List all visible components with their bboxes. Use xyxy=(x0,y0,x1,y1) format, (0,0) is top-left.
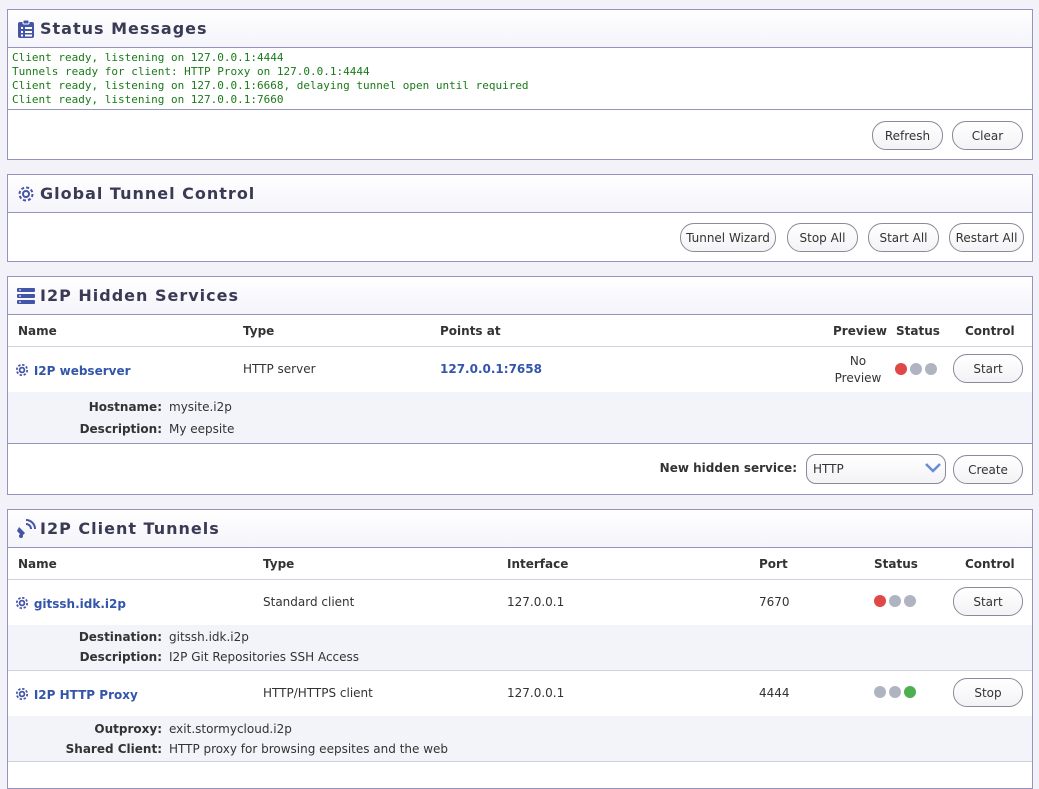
description-value: I2P Git Repositories SSH Access xyxy=(169,650,360,664)
chevron-down-icon xyxy=(924,461,942,478)
clipboard-icon xyxy=(16,19,36,39)
table-row: I2P HTTP Proxy HTTP/HTTPS client 127.0.0… xyxy=(8,672,1032,716)
column-header-control: Control xyxy=(965,557,1015,571)
status-dot xyxy=(925,363,937,375)
shared-client-value: HTTP proxy for browsing eepsites and the… xyxy=(169,742,449,756)
table-row: I2P webserver HTTP server 127.0.0.1:7658… xyxy=(8,348,1032,392)
server-icon xyxy=(16,286,36,306)
service-name-link[interactable]: I2P webserver xyxy=(14,362,131,381)
description-label: Description: xyxy=(79,422,162,436)
new-service-select-value: HTTP xyxy=(813,462,844,476)
column-header-type: Type xyxy=(263,557,295,571)
tunnel-wizard-button[interactable]: Tunnel Wizard xyxy=(680,223,776,252)
status-dot xyxy=(874,686,886,698)
tunnel-port: 4444 xyxy=(759,686,790,700)
status-messages-log: Client ready, listening on 127.0.0.1:444… xyxy=(8,48,1032,110)
outproxy-label: Outproxy: xyxy=(94,722,162,736)
status-dot xyxy=(895,363,907,375)
status-messages-header: Status Messages xyxy=(8,10,1032,48)
hidden-services-table-header: Name Type Points at Preview Status Contr… xyxy=(8,315,1032,347)
tunnel-interface: 127.0.0.1 xyxy=(507,595,565,609)
client-tunnels-table-header: Name Type Interface Port Status Control xyxy=(8,548,1032,580)
hidden-services-panel: I2P Hidden Services Name Type Points at … xyxy=(7,276,1033,495)
status-message: Client ready, listening on 127.0.0.1:666… xyxy=(12,79,529,92)
refresh-button[interactable]: Refresh xyxy=(872,121,943,150)
column-header-status: Status xyxy=(896,324,940,338)
column-header-port: Port xyxy=(759,557,788,571)
hidden-services-title: I2P Hidden Services xyxy=(40,286,240,305)
status-message: Tunnels ready for client: HTTP Proxy on … xyxy=(12,65,370,78)
client-tunnels-header: I2P Client Tunnels xyxy=(8,510,1032,548)
outproxy-value: exit.stormycloud.i2p xyxy=(169,722,292,736)
preview-line1: No xyxy=(849,354,867,368)
client-tunnels-title: I2P Client Tunnels xyxy=(40,519,220,538)
status-dot xyxy=(904,595,916,607)
description-value: My eepsite xyxy=(169,422,235,436)
status-dot xyxy=(904,686,916,698)
status-messages-panel: Status Messages Client ready, listening … xyxy=(7,9,1033,160)
service-points-at-link[interactable]: 127.0.0.1:7658 xyxy=(440,362,542,376)
service-detail: Hostname: mysite.i2p Description: My eep… xyxy=(8,392,1032,444)
status-dot xyxy=(874,595,886,607)
clear-button[interactable]: Clear xyxy=(952,121,1023,150)
destination-label: Destination: xyxy=(78,630,162,644)
create-button[interactable]: Create xyxy=(953,455,1023,484)
tunnel-detail: Destination: gitssh.idk.i2p Description:… xyxy=(8,625,1032,671)
status-indicator xyxy=(874,686,919,701)
stop-all-button[interactable]: Stop All xyxy=(787,223,858,252)
column-header-preview: Preview xyxy=(833,324,888,338)
column-header-interface: Interface xyxy=(507,557,569,571)
description-label: Description: xyxy=(79,650,162,664)
tunnel-name: gitssh.idk.i2p xyxy=(33,597,126,611)
column-header-control: Control xyxy=(965,324,1015,338)
column-header-name: Name xyxy=(18,557,57,571)
hostname-label: Hostname: xyxy=(88,400,162,414)
service-name: I2P webserver xyxy=(33,364,131,378)
status-dot xyxy=(889,686,901,698)
service-type: HTTP server xyxy=(243,362,316,376)
tunnel-port: 7670 xyxy=(759,595,790,609)
gear-icon xyxy=(14,686,30,705)
tunnel-name-link[interactable]: gitssh.idk.i2p xyxy=(14,595,126,614)
start-service-button[interactable]: Start xyxy=(953,354,1023,383)
restart-all-button[interactable]: Restart All xyxy=(949,223,1024,252)
hostname-value: mysite.i2p xyxy=(169,400,232,414)
status-message: Client ready, listening on 127.0.0.1:766… xyxy=(12,93,284,106)
column-header-points-at: Points at xyxy=(440,324,501,338)
gear-icon xyxy=(14,595,30,614)
tunnel-type: HTTP/HTTPS client xyxy=(263,686,373,700)
column-header-type: Type xyxy=(243,324,275,338)
status-indicator xyxy=(874,595,919,610)
service-preview: No Preview xyxy=(823,353,893,387)
tunnel-detail: Outproxy: exit.stormycloud.i2p Shared Cl… xyxy=(8,716,1032,762)
shared-client-label: Shared Client: xyxy=(65,742,162,756)
hidden-services-header: I2P Hidden Services xyxy=(8,277,1032,315)
global-tunnel-control-title: Global Tunnel Control xyxy=(40,184,256,203)
tunnel-type: Standard client xyxy=(263,595,355,609)
global-tunnel-control-header: Global Tunnel Control xyxy=(8,175,1032,213)
gear-icon xyxy=(16,184,36,204)
gear-icon xyxy=(14,362,30,381)
destination-value: gitssh.idk.i2p xyxy=(169,630,249,644)
tunnel-name: I2P HTTP Proxy xyxy=(33,688,138,702)
global-tunnel-control-panel: Global Tunnel Control Tunnel Wizard Stop… xyxy=(7,174,1033,262)
status-dot xyxy=(910,363,922,375)
satellite-icon xyxy=(16,518,36,539)
tunnel-name-link[interactable]: I2P HTTP Proxy xyxy=(14,686,138,705)
preview-line2: Preview xyxy=(834,371,882,385)
new-hidden-service-label: New hidden service: xyxy=(659,461,797,475)
status-messages-title: Status Messages xyxy=(40,19,208,38)
start-tunnel-button[interactable]: Start xyxy=(953,587,1023,616)
status-indicator xyxy=(895,363,940,378)
new-service-select[interactable]: HTTP xyxy=(806,454,946,484)
start-all-button[interactable]: Start All xyxy=(868,223,939,252)
client-tunnels-panel: I2P Client Tunnels Name Type Interface P… xyxy=(7,509,1033,789)
tunnel-interface: 127.0.0.1 xyxy=(507,686,565,700)
status-message: Client ready, listening on 127.0.0.1:444… xyxy=(12,51,284,64)
table-row: gitssh.idk.i2p Standard client 127.0.0.1… xyxy=(8,581,1032,625)
column-header-status: Status xyxy=(874,557,918,571)
status-dot xyxy=(889,595,901,607)
column-header-name: Name xyxy=(18,324,57,338)
stop-tunnel-button[interactable]: Stop xyxy=(953,678,1023,707)
